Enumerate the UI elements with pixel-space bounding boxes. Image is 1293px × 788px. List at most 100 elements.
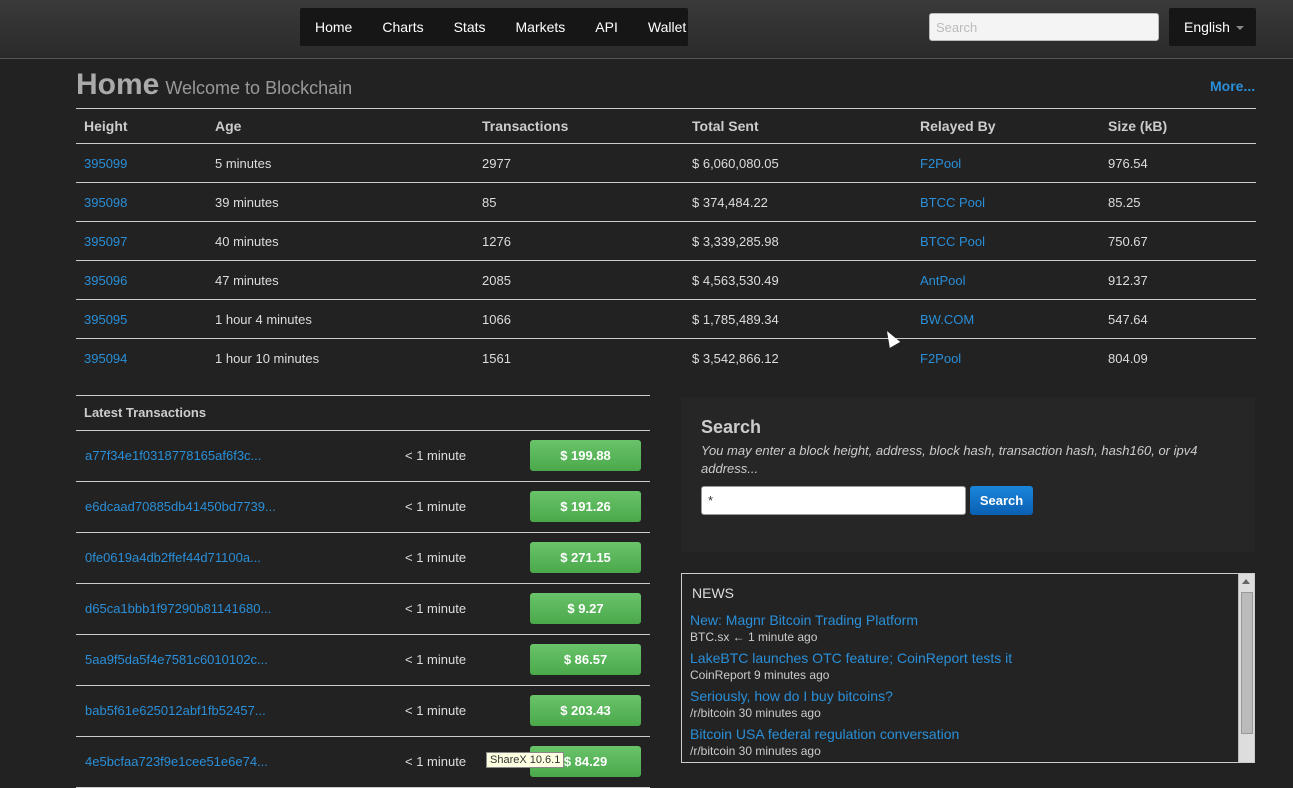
pool-link[interactable]: BTCC Pool (920, 195, 985, 210)
table-row: 395094 1 hour 10 minutes 1561 $ 3,542,86… (76, 339, 1256, 378)
scrollbar-thumb[interactable] (1241, 592, 1253, 734)
table-row: 395096 47 minutes 2085 $ 4,563,530.49 An… (76, 260, 1256, 300)
top-navbar: Home Charts Stats Markets API Wallet Eng… (0, 0, 1293, 59)
pool-link[interactable]: AntPool (920, 273, 966, 288)
block-height-link[interactable]: 395099 (84, 156, 127, 171)
list-item: d65ca1bbb1f97290b81141680... < 1 minute … (76, 584, 650, 635)
tx-hash-link[interactable]: 5aa9f5da5f4e7581c6010102c... (85, 652, 268, 667)
nav-wallet[interactable]: Wallet (633, 8, 701, 46)
block-size: 85.25 (1100, 182, 1256, 222)
list-item: 0fe0619a4db2ffef44d71100a... < 1 minute … (76, 533, 650, 584)
list-item: 5aa9f5da5f4e7581c6010102c... < 1 minute … (76, 635, 650, 686)
block-total-sent: $ 4,563,530.49 (684, 260, 912, 300)
col-size: Size (kB) (1100, 108, 1256, 144)
main-nav: Home Charts Stats Markets API Wallet (300, 8, 688, 46)
block-age: 5 minutes (207, 143, 474, 183)
news-link[interactable]: Bitcoin USA federal regulation conversat… (690, 726, 959, 742)
page-title: Home (76, 68, 160, 101)
block-age: 1 hour 10 minutes (215, 350, 320, 366)
page-header: Home Welcome to Blockchain (76, 68, 352, 102)
tx-age: < 1 minute (405, 550, 467, 565)
list-item: New: Magnr Bitcoin Trading Platform BTC.… (690, 612, 1230, 650)
tx-age: < 1 minute (405, 703, 467, 718)
tx-amount-button[interactable]: $ 203.43 (530, 695, 641, 726)
col-height: Height (76, 108, 207, 144)
table-row: 395097 40 minutes 1276 $ 3,339,285.98 BT… (76, 221, 1256, 261)
block-height-link[interactable]: 395098 (84, 195, 127, 210)
language-dropdown[interactable]: English (1169, 8, 1256, 46)
tx-hash-link[interactable]: 4e5bcfaa723f9e1cee51e6e74... (85, 754, 268, 769)
block-tx-count: 1276 (474, 221, 684, 261)
block-total-sent: $ 3,542,866.12 (692, 350, 779, 366)
news-source: CoinReport 9 minutes ago (690, 668, 830, 682)
latest-transactions-panel: Latest Transactions a77f34e1f0318778165a… (76, 395, 650, 788)
col-relayed-by: Relayed By (912, 108, 1100, 144)
chevron-down-icon (1235, 26, 1244, 31)
more-link[interactable]: More... (1210, 78, 1255, 94)
tx-hash-link[interactable]: e6dcaad70885db41450bd7739... (85, 499, 276, 514)
news-list: New: Magnr Bitcoin Trading Platform BTC.… (690, 612, 1230, 762)
col-total-sent: Total Sent (684, 108, 912, 144)
search-input[interactable] (701, 486, 966, 515)
block-height-link[interactable]: 395096 (84, 273, 127, 288)
news-link[interactable]: New: Magnr Bitcoin Trading Platform (690, 612, 918, 628)
language-label: English (1184, 19, 1230, 35)
list-item: LakeBTC launches OTC feature; CoinReport… (690, 650, 1230, 688)
tx-amount-button[interactable]: $ 271.15 (530, 542, 641, 573)
block-height-link[interactable]: 395094 (84, 351, 127, 366)
latest-transactions-title: Latest Transactions (76, 395, 650, 431)
nav-charts[interactable]: Charts (367, 8, 438, 46)
search-panel: Search You may enter a block height, add… (681, 397, 1255, 552)
tx-amount-button[interactable]: $ 191.26 (530, 491, 641, 522)
col-age: Age (207, 108, 474, 144)
news-link[interactable]: LakeBTC launches OTC feature; CoinReport… (690, 650, 1012, 666)
tx-age: < 1 minute (405, 448, 467, 463)
pool-link[interactable]: BTCC Pool (920, 234, 985, 249)
tx-amount-button[interactable]: $ 9.27 (530, 593, 641, 624)
tx-hash-link[interactable]: bab5f61e625012abf1fb52457... (85, 703, 266, 718)
block-height-link[interactable]: 395095 (84, 312, 127, 327)
block-age: 40 minutes (207, 221, 474, 261)
tx-hash-link[interactable]: a77f34e1f0318778165af6f3c... (85, 448, 261, 463)
block-height-link[interactable]: 395097 (84, 234, 127, 249)
scroll-up-icon[interactable] (1242, 579, 1250, 584)
block-size: 804.09 (1108, 350, 1148, 366)
tx-hash-link[interactable]: 0fe0619a4db2ffef44d71100a... (85, 550, 261, 565)
nav-markets[interactable]: Markets (501, 8, 581, 46)
block-size: 547.64 (1100, 299, 1256, 339)
block-total-sent: $ 1,785,489.34 (684, 299, 912, 339)
tx-amount-button[interactable]: $ 199.88 (530, 440, 641, 471)
news-title: NEWS (692, 585, 734, 601)
list-item: Seriously, how do I buy bitcoins? /r/bit… (690, 688, 1230, 726)
nav-home[interactable]: Home (300, 8, 367, 46)
pool-link[interactable]: F2Pool (920, 351, 961, 366)
top-search-input[interactable] (929, 13, 1159, 41)
tx-amount-button[interactable]: $ 86.57 (530, 644, 641, 675)
search-panel-description: You may enter a block height, address, b… (701, 443, 1198, 476)
table-row: 395098 39 minutes 85 $ 374,484.22 BTCC P… (76, 182, 1256, 222)
nav-api[interactable]: API (580, 8, 633, 46)
block-total-sent: $ 6,060,080.05 (684, 143, 912, 183)
table-row: 395099 5 minutes 2977 $ 6,060,080.05 F2P… (76, 143, 1256, 183)
pool-link[interactable]: BW.COM (920, 312, 974, 327)
block-tx-count: 1561 (482, 350, 511, 366)
block-total-sent: $ 3,339,285.98 (684, 221, 912, 261)
tooltip: ShareX 10.6.1 (486, 752, 565, 768)
block-size: 912.37 (1100, 260, 1256, 300)
block-total-sent: $ 374,484.22 (684, 182, 912, 222)
tx-hash-link[interactable]: d65ca1bbb1f97290b81141680... (85, 601, 271, 616)
news-scrollbar[interactable] (1238, 574, 1254, 762)
list-item: bab5f61e625012abf1fb52457... < 1 minute … (76, 686, 650, 737)
search-button[interactable]: Search (970, 486, 1033, 515)
tx-age: < 1 minute (405, 601, 467, 616)
news-panel: NEWS New: Magnr Bitcoin Trading Platform… (681, 573, 1255, 763)
list-item: e6dcaad70885db41450bd7739... < 1 minute … (76, 482, 650, 533)
nav-stats[interactable]: Stats (439, 8, 501, 46)
col-transactions: Transactions (474, 108, 684, 144)
table-row: 395095 1 hour 4 minutes 1066 $ 1,785,489… (76, 299, 1256, 339)
block-size: 750.67 (1100, 221, 1256, 261)
news-link[interactable]: Seriously, how do I buy bitcoins? (690, 688, 893, 704)
pool-link[interactable]: F2Pool (920, 156, 961, 171)
block-size: 976.54 (1100, 143, 1256, 183)
news-source: /r/bitcoin 30 minutes ago (690, 744, 821, 758)
